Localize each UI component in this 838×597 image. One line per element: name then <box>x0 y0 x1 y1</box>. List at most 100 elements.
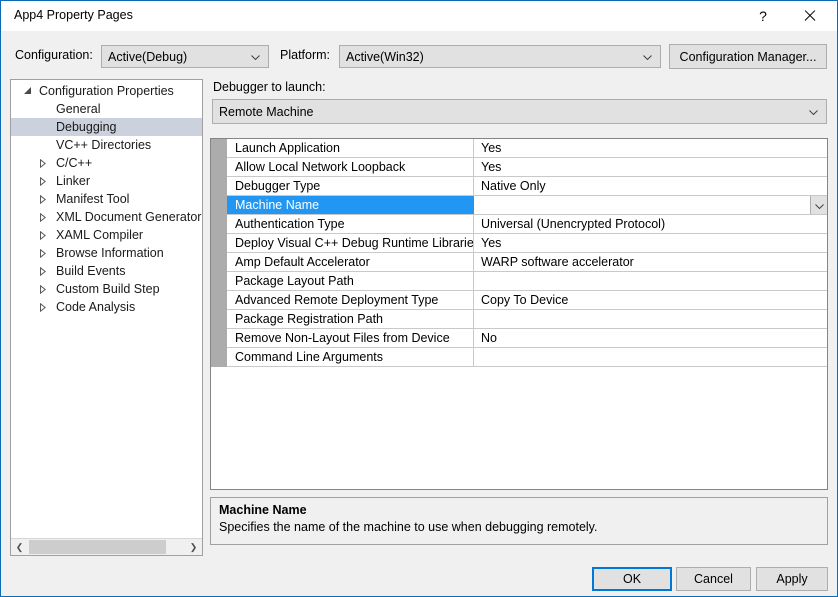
property-row[interactable]: Package Registration Path <box>227 310 827 329</box>
tree-item-xaml-compiler[interactable]: XAML Compiler <box>11 226 202 244</box>
tree-item-xml-document-generator[interactable]: XML Document Generator <box>11 208 202 226</box>
tree-item-custom-build-step[interactable]: Custom Build Step <box>11 280 202 298</box>
description-body: Specifies the name of the machine to use… <box>219 520 598 534</box>
triangle-down-icon[interactable] <box>23 82 35 100</box>
platform-select[interactable]: Active(Win32) <box>339 45 661 68</box>
platform-label: Platform: <box>280 48 331 62</box>
tree-item-c-c[interactable]: C/C++ <box>11 154 202 172</box>
cancel-button[interactable]: Cancel <box>676 567 751 591</box>
triangle-right-icon[interactable] <box>39 190 51 208</box>
tree-item-configuration-properties[interactable]: Configuration Properties <box>11 82 202 100</box>
property-name: Remove Non-Layout Files from Device <box>227 329 474 347</box>
question-mark-icon: ? <box>759 7 767 24</box>
property-pages-dialog: App4 Property Pages ? Configuration: Act… <box>0 0 838 597</box>
property-row[interactable]: Command Line Arguments <box>227 348 827 367</box>
property-row[interactable]: Debugger Type Native Only <box>227 177 827 196</box>
platform-value: Active(Win32) <box>346 49 424 64</box>
property-value-text: No <box>481 331 497 345</box>
scroll-right-icon[interactable]: ❯ <box>185 539 202 555</box>
tree-item-general[interactable]: General <box>11 100 202 118</box>
configuration-select[interactable]: Active(Debug) <box>101 45 269 68</box>
property-value-text: Universal (Unencrypted Protocol) <box>481 217 666 231</box>
property-value[interactable]: Native Only <box>474 177 827 195</box>
property-value[interactable]: Universal (Unencrypted Protocol) <box>474 215 827 233</box>
scroll-left-icon[interactable]: ❮ <box>11 539 28 555</box>
property-name: Package Layout Path <box>227 272 474 290</box>
property-value-dropdown-button[interactable] <box>810 196 827 214</box>
help-button[interactable]: ? <box>741 1 785 30</box>
triangle-right-icon[interactable] <box>39 172 51 190</box>
property-value[interactable]: Yes <box>474 234 827 252</box>
property-value[interactable] <box>474 272 827 290</box>
ok-button[interactable]: OK <box>592 567 672 591</box>
tree-item-code-analysis[interactable]: Code Analysis <box>11 298 202 316</box>
property-value-text: Yes <box>481 160 502 174</box>
close-button[interactable] <box>787 1 831 30</box>
property-value-text: Yes <box>481 236 502 250</box>
property-row[interactable]: Machine Name <box>227 196 827 215</box>
triangle-right-icon[interactable] <box>39 208 51 226</box>
triangle-right-icon[interactable] <box>39 244 51 262</box>
scrollbar-thumb[interactable] <box>29 540 166 554</box>
tree-item-linker[interactable]: Linker <box>11 172 202 190</box>
triangle-right-icon[interactable] <box>39 262 51 280</box>
property-value-text: Yes <box>481 141 502 155</box>
property-value-text: Copy To Device <box>481 293 569 307</box>
property-name: Allow Local Network Loopback <box>227 158 474 176</box>
triangle-right-icon[interactable] <box>39 154 51 172</box>
tree-item-label: VC++ Directories <box>56 138 152 152</box>
description-title: Machine Name <box>219 503 307 517</box>
tree-item-label: XML Document Generator <box>56 210 202 224</box>
property-value[interactable] <box>474 348 827 366</box>
tree-item-manifest-tool[interactable]: Manifest Tool <box>11 190 202 208</box>
apply-button[interactable]: Apply <box>756 567 828 591</box>
debugger-to-launch-label: Debugger to launch: <box>213 80 326 94</box>
property-name: Command Line Arguments <box>227 348 474 366</box>
chevron-down-icon <box>251 54 260 60</box>
tree-item-build-events[interactable]: Build Events <box>11 262 202 280</box>
description-pane: Machine Name Specifies the name of the m… <box>210 497 828 545</box>
property-value[interactable]: Yes <box>474 139 827 157</box>
property-row[interactable]: Remove Non-Layout Files from Device No <box>227 329 827 348</box>
property-row[interactable]: Package Layout Path <box>227 272 827 291</box>
property-value[interactable] <box>474 196 827 214</box>
property-row[interactable]: Advanced Remote Deployment Type Copy To D… <box>227 291 827 310</box>
configuration-tree[interactable]: Configuration Properties General Debugging… <box>11 80 202 316</box>
property-row[interactable]: Authentication Type Universal (Unencrypte… <box>227 215 827 234</box>
triangle-right-icon[interactable] <box>39 280 51 298</box>
tree-horizontal-scrollbar[interactable]: ❮ ❯ <box>11 538 202 555</box>
chevron-down-icon <box>643 54 652 60</box>
debugger-to-launch-select[interactable]: Remote Machine <box>212 99 827 124</box>
property-row[interactable]: Deploy Visual C++ Debug Runtime Librarie… <box>227 234 827 253</box>
triangle-right-icon[interactable] <box>39 226 51 244</box>
triangle-right-icon[interactable] <box>39 298 51 316</box>
property-value-text: WARP software accelerator <box>481 255 634 269</box>
configuration-manager-button[interactable]: Configuration Manager... <box>669 44 827 69</box>
tree-item-browse-information[interactable]: Browse Information <box>11 244 202 262</box>
property-value[interactable]: No <box>474 329 827 347</box>
property-grid-gutter-gap <box>211 367 227 489</box>
configuration-value: Active(Debug) <box>108 49 188 64</box>
tree-item-label: Code Analysis <box>56 300 136 314</box>
configuration-tree-panel: Configuration Properties General Debugging… <box>10 79 203 556</box>
property-value[interactable]: Copy To Device <box>474 291 827 309</box>
property-value-text: Native Only <box>481 179 546 193</box>
property-row[interactable]: Allow Local Network Loopback Yes <box>227 158 827 177</box>
tree-item-label: C/C++ <box>56 156 93 170</box>
property-value[interactable]: WARP software accelerator <box>474 253 827 271</box>
property-name: Package Registration Path <box>227 310 474 328</box>
property-value[interactable] <box>474 310 827 328</box>
tree-item-label: General <box>56 102 101 116</box>
property-row[interactable]: Launch Application Yes <box>227 139 827 158</box>
tree-item-label: Custom Build Step <box>56 282 160 296</box>
property-row[interactable]: Amp Default Accelerator WARP software acc… <box>227 253 827 272</box>
property-name: Machine Name <box>227 196 474 214</box>
tree-item-label: Debugging <box>56 120 117 134</box>
property-name: Amp Default Accelerator <box>227 253 474 271</box>
property-name: Authentication Type <box>227 215 474 233</box>
tree-item-label: Linker <box>56 174 91 188</box>
property-value[interactable]: Yes <box>474 158 827 176</box>
debugger-to-launch-value: Remote Machine <box>219 104 314 119</box>
tree-item-vc-directories[interactable]: VC++ Directories <box>11 136 202 154</box>
tree-item-debugging[interactable]: Debugging <box>11 118 202 136</box>
